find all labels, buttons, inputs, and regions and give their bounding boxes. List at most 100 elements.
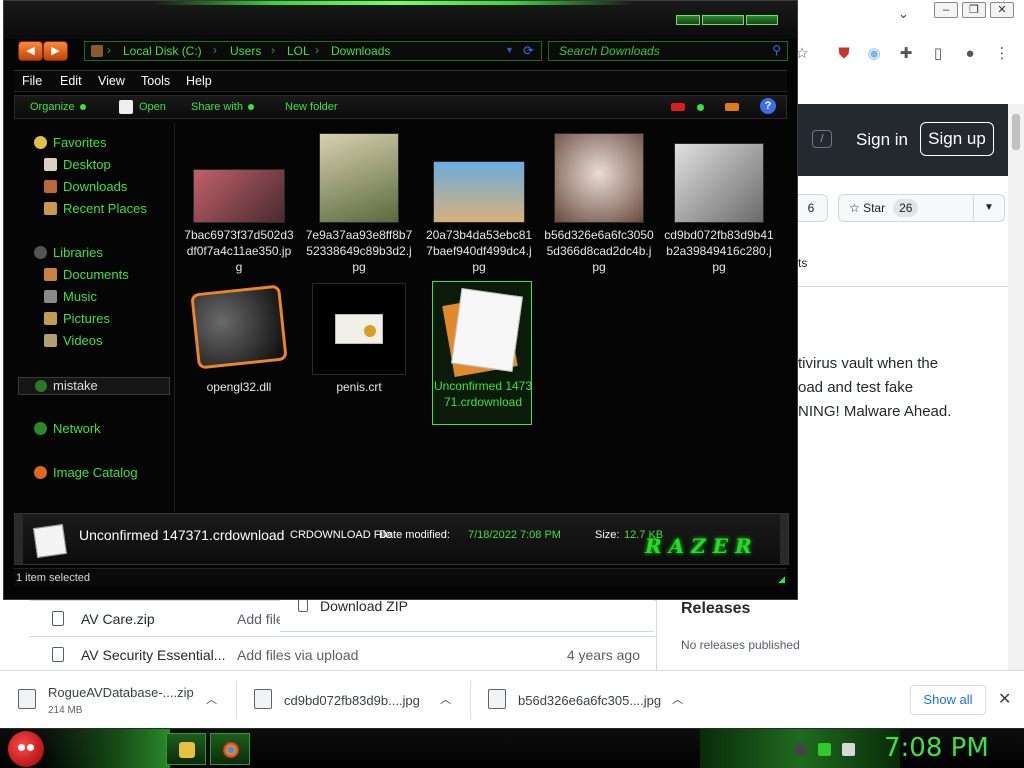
download-item[interactable]: cd9bd072fb83d9b....jpg ︿ [236,671,470,728]
taskbar-chrome-button[interactable] [210,733,250,765]
nav-image-catalog[interactable]: Image Catalog [34,465,138,483]
file-item[interactable]: 7e9a37aa93e8ff8b752338649c89b3d2.jpg [304,131,414,281]
nav-label: Network [53,421,101,436]
start-button[interactable] [8,731,44,767]
file-name[interactable]: AV Security Essential... [81,647,225,663]
address-bar[interactable]: › Local Disk (C:) › Users › LOL › Downlo… [84,41,542,61]
file-item[interactable]: 7bac6973f37d502d3df0f7a4c11ae350.jpg [184,131,294,281]
pane-divider[interactable] [174,123,175,511]
address-dropdown-icon[interactable]: ▼ [505,45,514,55]
search-input[interactable]: Search Downloads ⚲ [548,41,788,61]
commit-message[interactable]: Add file [237,611,284,627]
table-row[interactable]: AV Security Essential... Add files via u… [30,636,656,672]
page-scrollbar[interactable] [1008,104,1024,670]
close-button[interactable]: ✕ [990,2,1014,18]
file-name[interactable]: AV Care.zip [81,611,155,627]
browser-menu-icon[interactable]: ⋮ [992,44,1012,64]
sign-in-link[interactable]: Sign in [856,130,908,150]
commit-message[interactable]: Add files via upload [237,647,358,663]
back-button[interactable]: ◀ [18,41,43,61]
star-dropdown-chevron-icon[interactable]: ▼ [973,194,1005,222]
tab-search-chevron-icon[interactable]: ⌄ [898,6,909,22]
nav-favorites[interactable]: Favorites [34,135,106,153]
help-icon[interactable]: ? [760,98,776,114]
star-icon [34,136,47,149]
chrome-icon [223,742,239,758]
file-item[interactable]: penis.crt [304,283,414,423]
view-options-icon[interactable] [671,103,685,111]
menu-view[interactable]: View [98,74,125,88]
scrollbar-thumb[interactable] [1012,114,1020,150]
explorer-title-bar[interactable] [4,1,797,39]
menu-edit[interactable]: Edit [60,74,82,88]
view-dropdown-icon[interactable] [697,104,704,111]
music-icon [44,290,57,303]
show-all-button[interactable]: Show all [910,685,986,715]
file-item[interactable]: opengl32.dll [184,283,294,423]
breadcrumb-users[interactable]: Users [230,44,261,58]
menu-file[interactable]: File [22,74,42,88]
taskbar-explorer-button[interactable] [166,733,206,765]
tray-arrow-icon[interactable] [794,743,807,756]
nav-libraries[interactable]: Libraries [34,245,103,263]
side-panel-icon[interactable]: ▯ [928,44,948,64]
close-icon[interactable]: ✕ [998,689,1011,709]
file-item[interactable]: b56d326e6a6fc30505d366d8cad2dc4b.jpg [544,131,654,281]
minimize-button[interactable]: – [934,2,958,18]
profile-avatar-icon[interactable]: ● [960,44,980,64]
refresh-icon[interactable]: ⟳ [523,43,534,59]
close-button[interactable] [746,15,778,25]
documents-icon [44,268,57,281]
releases-heading[interactable]: Releases [681,600,750,618]
new-folder-button[interactable]: New folder [285,101,338,113]
minimize-button[interactable] [676,15,700,25]
extension-flag-icon[interactable]: ◉ [864,44,884,64]
extension-shield-icon[interactable]: ⛊ [834,44,854,64]
download-item[interactable]: RogueAVDatabase-....zip 214 MB ︿ [0,671,236,728]
extensions-puzzle-icon[interactable]: ✚ [896,44,916,64]
file-item-selected[interactable]: Unconfirmed 147371.crdownload [432,281,532,425]
preview-pane-icon[interactable] [725,103,739,111]
nav-pictures[interactable]: Pictures [44,311,110,329]
search-shortcut-key[interactable]: / [812,130,832,148]
taskbar-clock[interactable]: 7:08 PM [884,733,989,763]
nav-mistake[interactable]: mistake [18,377,170,395]
forward-button[interactable]: ▶ [43,41,68,61]
breadcrumb-lol[interactable]: LOL [287,44,310,58]
breadcrumb-downloads[interactable]: Downloads [331,44,390,58]
nav-desktop[interactable]: Desktop [44,157,111,175]
search-icon[interactable]: ⚲ [772,43,781,57]
open-button[interactable]: Open [139,101,166,113]
nav-network[interactable]: Network [34,421,101,439]
nav-music[interactable]: Music [44,289,97,307]
folder-icon [91,45,103,57]
restore-button[interactable]: ❐ [962,2,986,18]
chevron-up-icon[interactable]: ︿ [672,691,683,707]
menu-help[interactable]: Help [186,74,212,88]
star-button[interactable]: ☆ Star 26 [838,194,974,222]
maximize-button[interactable] [702,15,744,25]
download-item[interactable]: b56d326e6a6fc305....jpg ︿ [470,671,704,728]
details-file-type: CRDOWNLOAD File [290,529,392,541]
resize-grip-icon[interactable]: ◢ [778,574,785,585]
file-item[interactable]: cd9bd072fb83d9b41b2a39849416c280.jpg [664,131,774,281]
github-header: / Sign in Sign up [790,104,1024,176]
nav-videos[interactable]: Videos [44,333,103,351]
nav-downloads[interactable]: Downloads [44,179,127,197]
repo-tab-fragment[interactable]: ts [798,256,807,270]
share-with-button[interactable]: Share with [191,101,254,113]
volume-icon[interactable] [842,743,855,756]
network-tray-icon[interactable] [818,743,831,756]
nav-recent-places[interactable]: Recent Places [44,201,147,219]
chevron-up-icon[interactable]: ︿ [206,691,217,707]
file-item[interactable]: 20a73b4da53ebc817baef940df499dc4.jpg [424,131,534,281]
breadcrumb-local-disk[interactable]: Local Disk (C:) [123,44,202,58]
file-preview-icon [33,524,67,558]
nav-documents[interactable]: Documents [44,267,129,285]
menu-tools[interactable]: Tools [141,74,170,88]
sign-up-button[interactable]: Sign up [920,122,994,156]
organize-button[interactable]: Organize [30,101,86,113]
chevron-up-icon[interactable]: ︿ [440,691,451,707]
file-label: 7bac6973f37d502d3df0f7a4c11ae350.jpg [184,228,294,274]
fork-count[interactable]: 6 [794,194,828,222]
